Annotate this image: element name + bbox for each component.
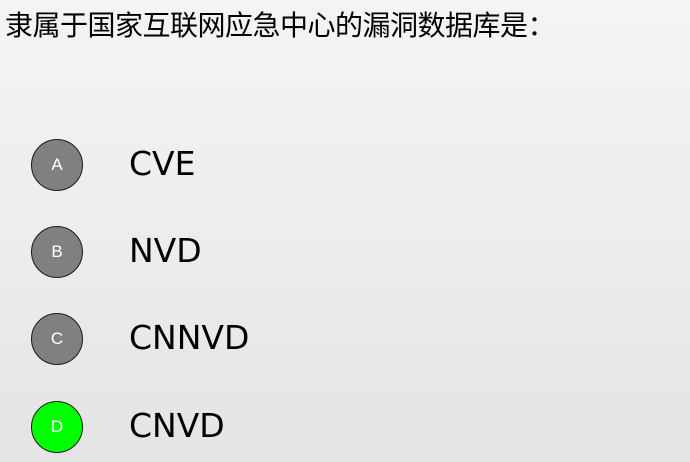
option-b-label: NVD <box>129 231 202 270</box>
option-c-label: CNNVD <box>129 318 250 357</box>
option-c-letter-circle[interactable]: C <box>31 313 83 365</box>
option-d[interactable]: D CNVD <box>0 397 690 457</box>
option-b-letter-circle[interactable]: B <box>31 226 83 278</box>
option-c[interactable]: C CNNVD <box>0 309 690 369</box>
option-a-label: CVE <box>129 144 196 183</box>
option-a-letter-circle[interactable]: A <box>31 139 83 191</box>
option-a[interactable]: A CVE <box>0 135 690 195</box>
option-d-label: CNVD <box>129 406 225 445</box>
question-text: 隶属于国家互联网应急中心的漏洞数据库是： <box>5 9 556 42</box>
option-d-letter-circle[interactable]: D <box>31 401 83 453</box>
option-b[interactable]: B NVD <box>0 222 690 282</box>
